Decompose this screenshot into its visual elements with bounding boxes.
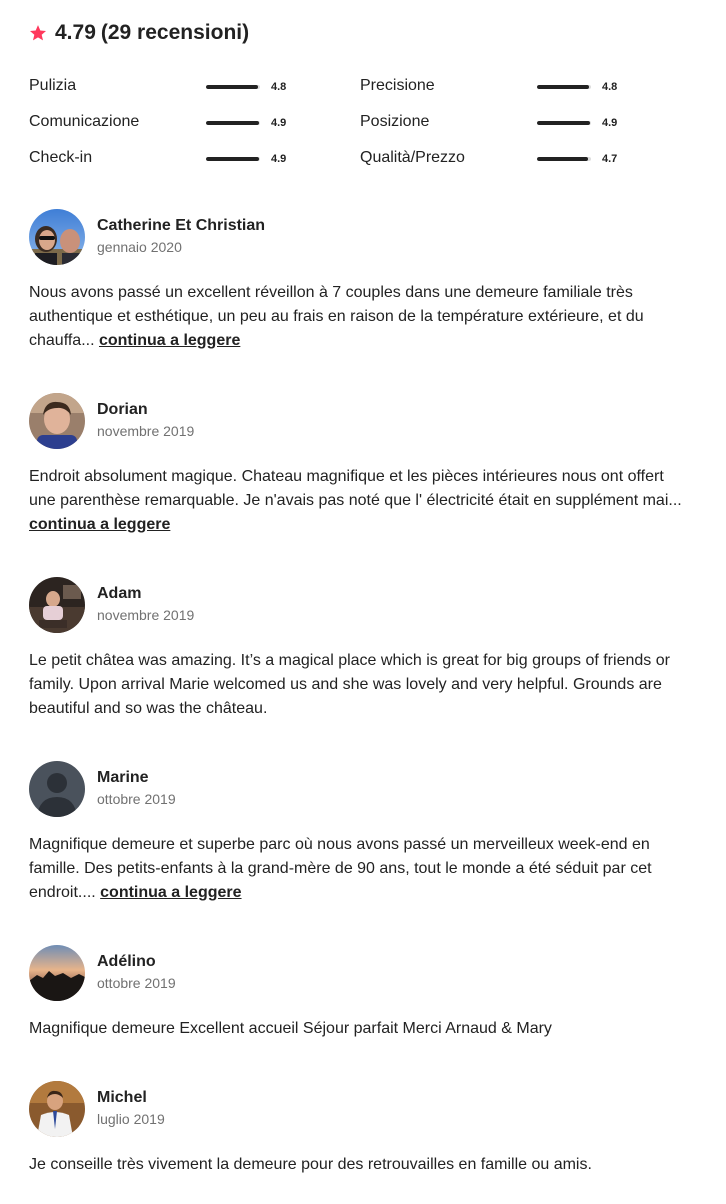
overall-rating: 4.79 [55, 21, 96, 44]
category-value: 4.8 [602, 81, 618, 93]
read-more-link[interactable]: continua a leggere [99, 332, 240, 349]
avatar[interactable] [29, 209, 85, 265]
category-bar [537, 121, 591, 125]
category-label: Check-in [29, 149, 93, 166]
category-value: 4.9 [271, 153, 287, 165]
category-bar [206, 157, 260, 161]
category-bar [206, 121, 260, 125]
reviewer-name: Dorian [97, 401, 148, 418]
category-value: 4.8 [271, 81, 287, 93]
review-body: Endroit absolument magique. Chateau magn… [29, 468, 682, 509]
reviewer-name: Adélino [97, 953, 156, 970]
review-text: Magnifique demeure Excellent accueil Séj… [29, 1017, 689, 1041]
category-bar [206, 85, 260, 89]
avatar[interactable] [29, 1081, 85, 1137]
category-row-qualita-prezzo: Qualità/Prezzo 4.7 [360, 146, 660, 170]
read-more-link[interactable]: continua a leggere [29, 516, 170, 533]
category-label: Precisione [360, 77, 435, 94]
category-ratings: Pulizia 4.8 Precisione 4.8 Comunicazione… [29, 74, 689, 174]
avatar[interactable] [29, 393, 85, 449]
category-label: Comunicazione [29, 113, 140, 130]
category-bar [537, 85, 591, 89]
review-date: gennaio 2020 [97, 239, 182, 255]
category-label: Posizione [360, 113, 430, 130]
category-label: Qualità/Prezzo [360, 149, 465, 166]
category-value: 4.9 [602, 117, 618, 129]
reviewer-name: Marine [97, 769, 149, 786]
rating-summary: 4.79 (29 recensioni) [29, 18, 249, 48]
read-more-link[interactable]: continua a leggere [100, 884, 241, 901]
category-bar [537, 157, 591, 161]
review-text: Le petit châtea was amazing. It’s a magi… [29, 649, 689, 721]
review-date: novembre 2019 [97, 607, 195, 623]
review-date: ottobre 2019 [97, 791, 176, 807]
category-value: 4.7 [602, 153, 618, 165]
review-text: Endroit absolument magique. Chateau magn… [29, 465, 689, 537]
review-date: novembre 2019 [97, 423, 195, 439]
review-text: Je conseille très vivement la demeure po… [29, 1153, 689, 1177]
avatar[interactable] [29, 577, 85, 633]
review-date: ottobre 2019 [97, 975, 176, 991]
reviewer-name: Catherine Et Christian [97, 217, 266, 234]
review-text: Magnifique demeure et superbe parc où no… [29, 833, 689, 905]
category-value: 4.9 [271, 117, 287, 129]
avatar[interactable] [29, 945, 85, 1001]
reviewer-name: Michel [97, 1089, 147, 1106]
review-body: Je conseille très vivement la demeure po… [29, 1156, 592, 1173]
category-row-check-in: Check-in 4.9 [29, 146, 329, 170]
category-row-pulizia: Pulizia 4.8 [29, 74, 329, 98]
category-row-comunicazione: Comunicazione 4.9 [29, 110, 329, 134]
review-body: Magnifique demeure Excellent accueil Séj… [29, 1020, 552, 1037]
review-date: luglio 2019 [97, 1111, 165, 1127]
review-text: Nous avons passé un excellent réveillon … [29, 281, 689, 353]
review-count[interactable]: (29 recensioni) [101, 21, 249, 45]
category-label: Pulizia [29, 77, 77, 94]
review-body: Le petit châtea was amazing. It’s a magi… [29, 652, 670, 717]
star-icon [29, 24, 47, 42]
category-row-posizione: Posizione 4.9 [360, 110, 660, 134]
avatar[interactable] [29, 761, 85, 817]
reviewer-name: Adam [97, 585, 142, 602]
category-row-precisione: Precisione 4.8 [360, 74, 660, 98]
